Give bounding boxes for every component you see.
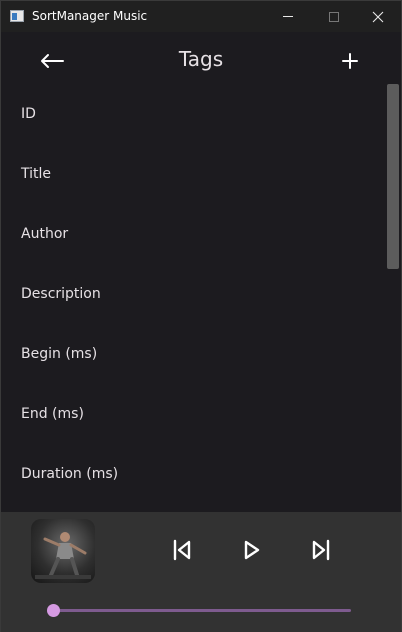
tag-label: Duration (ms) [21,466,119,482]
app-bar: Tags [1,32,401,88]
tag-label: ID [21,106,36,122]
slider-track[interactable] [53,609,351,612]
player-bar [1,512,401,632]
previous-track-button[interactable] [170,537,194,563]
minimize-icon [283,16,293,17]
tag-item-begin[interactable]: Begin (ms) [1,324,385,384]
tag-label: Author [21,226,69,242]
app-window: SortManager Music Tags ID Title Author D… [0,0,402,632]
plus-icon [342,53,358,69]
tag-label: End (ms) [21,406,84,422]
tag-item-duration[interactable]: Duration (ms) [1,444,385,504]
tag-list: ID Title Author Description Begin (ms) E… [1,84,385,512]
minimize-button[interactable] [265,1,311,32]
album-art [31,519,95,583]
tag-item-id[interactable]: ID [1,84,385,144]
maximize-button[interactable] [311,1,357,32]
tag-label: Title [21,166,52,182]
title-bar: SortManager Music [1,1,401,32]
skip-next-icon [312,539,330,561]
tag-item-title[interactable]: Title [1,144,385,204]
tag-label: Description [21,286,101,302]
skip-previous-icon [173,539,191,561]
tag-item-end[interactable]: End (ms) [1,384,385,444]
close-button[interactable] [355,1,401,32]
progress-slider[interactable] [47,602,351,618]
add-tag-button[interactable] [337,48,363,74]
album-art-image [35,532,91,579]
next-track-button[interactable] [309,537,333,563]
tag-item-author[interactable]: Author [1,204,385,264]
maximize-icon [329,11,339,22]
tag-label: Begin (ms) [21,346,98,362]
play-button[interactable] [240,537,264,563]
scrollbar-thumb[interactable] [387,84,399,269]
tag-item-description[interactable]: Description [1,264,385,324]
app-icon [10,10,24,22]
play-icon [244,540,260,560]
close-icon [372,11,384,22]
slider-thumb[interactable] [47,604,60,617]
window-title: SortManager Music [32,9,148,23]
list-scrollbar[interactable] [385,84,401,512]
